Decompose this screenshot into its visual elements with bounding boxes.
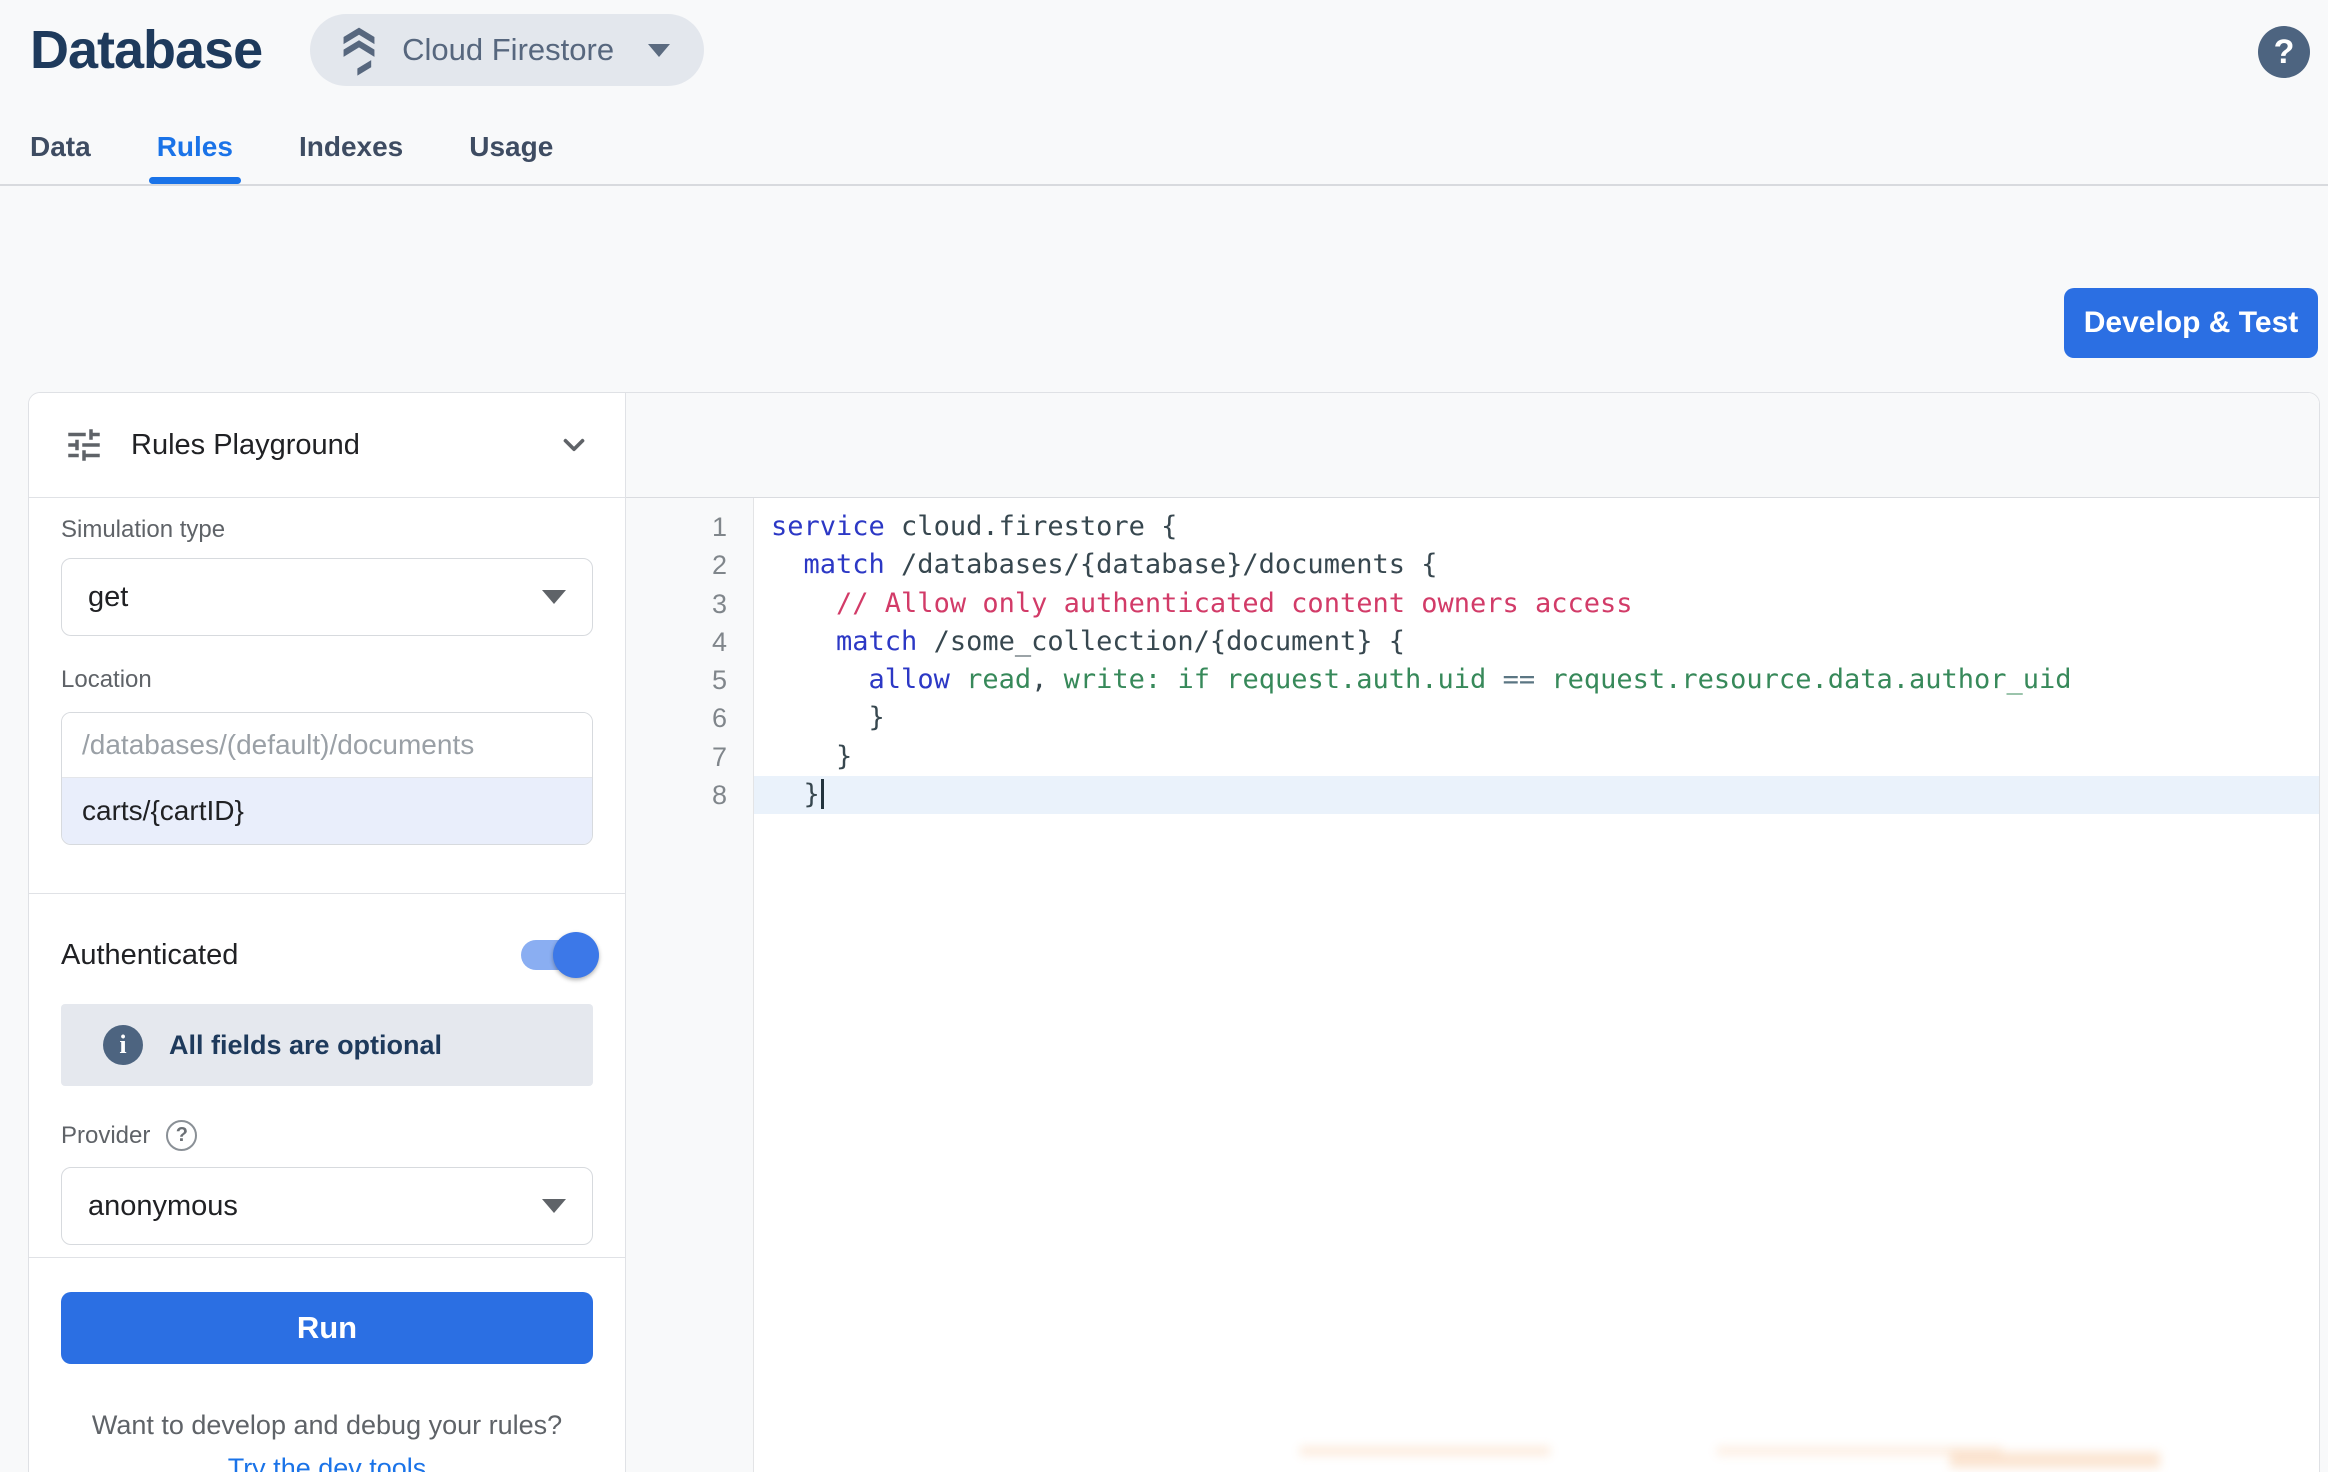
rules-playground-panel: Rules Playground Simulation type get Loc… (29, 393, 626, 1472)
divider (29, 893, 625, 894)
try-dev-tools-link[interactable]: Try the dev tools (228, 1453, 427, 1472)
tab-bar: Data Rules Indexes Usage (0, 126, 2328, 186)
code-line-6[interactable]: } (754, 699, 2319, 737)
run-button[interactable]: Run (61, 1292, 593, 1364)
authenticated-toggle[interactable] (521, 938, 593, 972)
line-number: 6 (626, 699, 727, 737)
rules-card: Rules Playground Simulation type get Loc… (28, 392, 2320, 1472)
rules-playground-header[interactable]: Rules Playground (29, 393, 625, 498)
line-number: 7 (626, 738, 727, 776)
simulation-type-label: Simulation type (61, 516, 593, 544)
product-selector-chip[interactable]: Cloud Firestore (310, 14, 704, 86)
line-number: 5 (626, 661, 727, 699)
tab-indexes[interactable]: Indexes (299, 126, 403, 184)
line-number: 3 (626, 585, 727, 623)
code-line-3[interactable]: // Allow only authenticated content owne… (754, 585, 2319, 623)
question-mark-icon: ? (2274, 33, 2295, 72)
code-area[interactable]: service cloud.firestore { match /databas… (754, 498, 2319, 1472)
divider (29, 1257, 625, 1258)
code-line-8[interactable]: } (754, 776, 2319, 814)
dropdown-arrow-icon (542, 1199, 566, 1213)
develop-and-test-button[interactable]: Develop & Test (2064, 288, 2318, 358)
tab-data[interactable]: Data (30, 126, 91, 184)
code-line-7[interactable]: } (754, 738, 2319, 776)
rules-playground-title: Rules Playground (131, 429, 557, 462)
provider-label: Provider (61, 1122, 150, 1150)
code-line-1[interactable]: service cloud.firestore { (754, 508, 2319, 546)
line-number-gutter: 12345678 (626, 498, 754, 1472)
rules-editor: 12345678 service cloud.firestore { match… (626, 393, 2319, 1472)
chevron-down-icon (648, 44, 670, 57)
text-cursor (821, 779, 824, 809)
info-banner-text: All fields are optional (169, 1030, 442, 1061)
code-line-4[interactable]: match /some_collection/{document} { (754, 623, 2319, 661)
page-title: Database (30, 14, 262, 86)
location-field: /databases/(default)/documents carts/{ca… (61, 712, 593, 845)
info-banner: i All fields are optional (61, 1004, 593, 1086)
code-line-5[interactable]: allow read, write: if request.auth.uid =… (754, 661, 2319, 699)
line-number: 2 (626, 546, 727, 584)
editor-toolbar (626, 393, 2319, 498)
top-bar: Database Cloud Firestore (30, 14, 704, 86)
line-number: 8 (626, 776, 727, 814)
provider-value: anonymous (88, 1190, 542, 1223)
code-line-2[interactable]: match /databases/{database}/documents { (754, 546, 2319, 584)
location-prefix: /databases/(default)/documents (62, 713, 592, 778)
product-chip-label: Cloud Firestore (402, 32, 614, 68)
line-number: 4 (626, 623, 727, 661)
provider-select[interactable]: anonymous (61, 1167, 593, 1245)
tune-icon (63, 424, 105, 466)
collapse-chevron-icon[interactable] (557, 428, 591, 462)
tab-rules[interactable]: Rules (157, 126, 233, 184)
editor-body[interactable]: 12345678 service cloud.firestore { match… (626, 498, 2319, 1472)
dropdown-arrow-icon (542, 590, 566, 604)
simulation-type-select[interactable]: get (61, 558, 593, 636)
line-number: 1 (626, 508, 727, 546)
help-button[interactable]: ? (2258, 26, 2310, 78)
simulation-type-value: get (88, 581, 542, 614)
tab-usage[interactable]: Usage (469, 126, 553, 184)
location-label: Location (61, 666, 593, 694)
firestore-icon (336, 24, 382, 76)
provider-help-icon[interactable]: ? (166, 1120, 197, 1151)
toggle-knob (553, 932, 599, 978)
dev-tools-question: Want to develop and debug your rules? (61, 1410, 593, 1441)
info-icon: i (103, 1025, 143, 1065)
location-input[interactable]: carts/{cartID} (62, 778, 592, 844)
authenticated-label: Authenticated (61, 939, 238, 972)
